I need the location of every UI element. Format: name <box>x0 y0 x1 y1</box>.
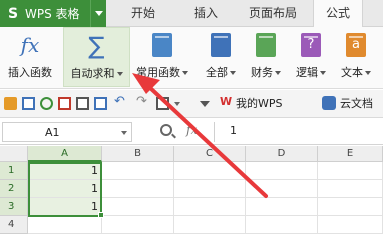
wps-logo-icon: S <box>7 5 19 22</box>
row-header-1[interactable]: 1 <box>0 162 28 180</box>
cell-c2[interactable] <box>174 180 246 198</box>
fill-handle[interactable] <box>98 212 104 218</box>
format-icon[interactable] <box>156 97 169 110</box>
chevron-down-icon[interactable] <box>230 71 236 75</box>
title-bar: S WPS 表格 开始 插入 页面布局 公式 <box>0 0 383 28</box>
formulas-ribbon: fx 插入函数 ∑ 自动求和 常用函数 全部 财务 ? 逻辑 a 文本 <box>0 27 383 89</box>
cell-b1[interactable] <box>102 162 174 180</box>
open-folder-icon[interactable] <box>4 97 17 110</box>
name-box[interactable]: A1 <box>2 122 132 142</box>
cell-e1[interactable] <box>318 162 383 180</box>
autosum-button[interactable]: ∑ 自动求和 <box>63 27 130 87</box>
finance-functions-button[interactable]: 财务 <box>246 27 286 87</box>
text-book-icon: a <box>346 33 366 57</box>
column-header-e[interactable]: E <box>318 146 383 162</box>
text-label: 文本 <box>341 66 363 79</box>
cell-b3[interactable] <box>102 198 174 216</box>
chevron-down-icon[interactable] <box>182 71 188 75</box>
redo-icon[interactable]: ↷ <box>136 95 149 108</box>
app-title: WPS 表格 <box>25 7 80 21</box>
chevron-down-icon[interactable] <box>320 71 326 75</box>
search-icon[interactable] <box>160 124 172 136</box>
formula-bar: A1 fx 1 <box>0 119 383 145</box>
finance-label: 财务 <box>251 66 273 79</box>
common-functions-button[interactable]: 常用函数 <box>134 27 190 87</box>
cloud-docs-link[interactable]: 云文档 <box>340 95 373 111</box>
cell-e4[interactable] <box>318 216 383 234</box>
formula-input[interactable]: 1 <box>230 124 237 137</box>
cell-c3[interactable] <box>174 198 246 216</box>
logic-book-icon: ? <box>301 33 321 57</box>
cell-c1[interactable] <box>174 162 246 180</box>
cell-d4[interactable] <box>246 216 318 234</box>
cell-e3[interactable] <box>318 198 383 216</box>
print-icon[interactable] <box>76 97 89 110</box>
chevron-down-icon[interactable] <box>174 102 180 106</box>
save-icon[interactable] <box>22 97 35 110</box>
tab-insert[interactable]: 插入 <box>181 0 231 27</box>
cell-d3[interactable] <box>246 198 318 216</box>
logic-functions-button[interactable]: ? 逻辑 <box>290 27 332 87</box>
insert-function-button[interactable]: fx 插入函数 <box>2 27 58 87</box>
app-menu-button[interactable]: S WPS 表格 <box>0 0 106 27</box>
undo-history-icon[interactable] <box>40 97 53 110</box>
cell-b2[interactable] <box>102 180 174 198</box>
fx-icon[interactable]: fx <box>186 123 197 137</box>
autosum-label: 自动求和 <box>70 67 115 80</box>
cell-e2[interactable] <box>318 180 383 198</box>
cell-d1[interactable] <box>246 162 318 180</box>
column-header-a[interactable]: A <box>28 146 102 162</box>
all-functions-label: 全部 <box>206 66 228 79</box>
cell-c4[interactable] <box>174 216 246 234</box>
cell-a1[interactable]: 1 <box>28 162 102 180</box>
undo-icon[interactable]: ↶ <box>114 95 127 108</box>
wps-w-icon: W <box>220 95 233 108</box>
finance-book-icon <box>256 33 276 57</box>
my-wps-link[interactable]: 我的WPS <box>236 95 283 111</box>
chevron-down-icon[interactable] <box>116 72 123 76</box>
spreadsheet-grid: A B C D E 1 2 3 4 1 1 1 <box>0 146 383 245</box>
cell-b4[interactable] <box>102 216 174 234</box>
app-menu-dropdown-icon[interactable] <box>90 0 106 27</box>
formula-divider <box>214 122 215 142</box>
cell-reference: A1 <box>45 126 60 139</box>
chevron-down-icon[interactable] <box>365 71 371 75</box>
column-header-d[interactable]: D <box>246 146 318 162</box>
book-icon <box>211 33 231 57</box>
cell-a4[interactable] <box>28 216 102 234</box>
row-header-3[interactable]: 3 <box>0 198 28 216</box>
tab-page-layout[interactable]: 页面布局 <box>240 0 306 27</box>
text-functions-button[interactable]: a 文本 <box>335 27 377 87</box>
pdf-icon[interactable] <box>58 97 71 110</box>
logic-label: 逻辑 <box>296 66 318 79</box>
function-icon: fx <box>20 33 40 57</box>
cloud-docs-icon <box>322 96 336 110</box>
tab-home[interactable]: 开始 <box>118 0 168 27</box>
cell-a2[interactable]: 1 <box>28 180 102 198</box>
select-all-corner[interactable] <box>0 146 28 162</box>
common-functions-label: 常用函数 <box>136 66 180 79</box>
row-header-4[interactable]: 4 <box>0 216 28 234</box>
column-header-c[interactable]: C <box>174 146 246 162</box>
chevron-down-icon[interactable] <box>121 131 127 135</box>
insert-function-label: 插入函数 <box>8 66 52 79</box>
star-book-icon <box>152 33 172 57</box>
print-preview-icon[interactable] <box>94 97 107 110</box>
column-header-b[interactable]: B <box>102 146 174 162</box>
more-options-icon[interactable] <box>200 101 210 107</box>
all-functions-button[interactable]: 全部 <box>201 27 241 87</box>
chevron-down-icon[interactable] <box>275 71 281 75</box>
sigma-icon: ∑ <box>88 32 105 60</box>
quick-access-toolbar: ↶ ↷ W 我的WPS 云文档 <box>0 90 383 118</box>
row-header-2[interactable]: 2 <box>0 180 28 198</box>
tab-formulas[interactable]: 公式 <box>313 0 363 28</box>
cell-d2[interactable] <box>246 180 318 198</box>
cell-a3[interactable]: 1 <box>28 198 102 216</box>
